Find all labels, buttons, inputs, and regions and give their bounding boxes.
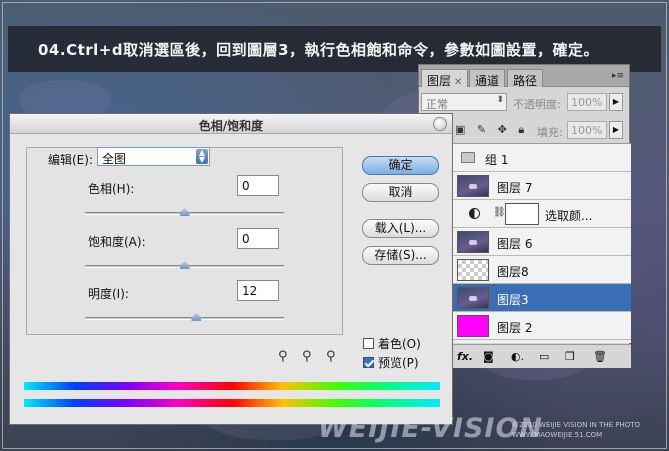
preview-checkbox-row[interactable]: 预览(P) [363,354,419,371]
input-color-bar [24,382,440,390]
layer-row-layer7[interactable]: 图层 7 [453,172,631,200]
layer-thumbnail [457,259,489,281]
hue-label: 色相(H): [88,182,135,196]
layer-row-layer3[interactable]: 图层3 [453,284,631,312]
opacity-field[interactable]: 100% [567,93,607,111]
trash-icon[interactable]: 🗑︎ [593,350,607,363]
hue-slider[interactable] [85,208,284,216]
opacity-arrow-icon[interactable]: ▶ [609,93,623,111]
eyedropper-icon[interactable]: ⚲ [278,349,292,365]
preview-checkbox[interactable] [363,357,374,368]
saturation-slider[interactable] [85,261,284,269]
layer-list: 组 1 图层 7 ⛓ 选取颜... 图层 6 图层8 图层3 图层 2 [453,143,631,343]
fill-field[interactable]: 100% [567,121,607,139]
layer-row-layer6[interactable]: 图层 6 [453,228,631,256]
watermark-copyright: ©2010 WEIJIE VISION IN THE PHOTO WWW.MAO… [512,421,641,439]
add-mask-icon[interactable]: ◙ [483,350,494,363]
lightness-input[interactable]: 12 [237,280,279,301]
tab-layers[interactable]: 图层 ✕ [421,69,469,88]
saturation-label: 饱和度(A): [88,235,146,249]
fx-icon[interactable]: fx. [457,350,473,363]
layer-thumbnail [457,175,489,197]
link-icon: ⛓ [493,207,506,218]
chevron-updown-icon: ▲ ▼ [196,149,208,164]
lock-icon[interactable]: 🔒︎ [518,123,524,136]
lock-brush-icon[interactable]: ✎ [477,123,486,136]
panel-menu-icon[interactable]: ▸≡ [611,70,625,82]
colorize-checkbox-row[interactable]: 着色(O) [363,335,421,352]
hue-saturation-dialog: 色相/饱和度 编辑(E): 全图 ▲ ▼ 色相(H): 0 饱和度(A): 0 明… [9,113,453,425]
layer-row-layer2[interactable]: 图层 2 [453,312,631,340]
dialog-titlebar[interactable]: 色相/饱和度 [10,114,452,134]
lightness-slider[interactable] [85,313,284,321]
layer-row-layer8[interactable]: 图层8 [453,256,631,284]
layer-thumbnail [457,231,489,253]
adjustment-icon[interactable]: ◐. [511,350,524,363]
eyedropper-plus-icon[interactable]: ⚲ [302,349,316,365]
edit-label: 编辑(E): [48,153,93,167]
blend-mode-select[interactable]: 正常 ⬍ [421,93,507,111]
close-icon[interactable]: ✕ [454,77,462,88]
new-group-icon[interactable]: ▭ [539,350,549,363]
new-layer-icon[interactable]: ❐ [565,350,575,363]
output-color-bar [24,399,440,407]
layer-row-group1[interactable]: 组 1 [453,144,631,172]
ok-button[interactable]: 确定 [362,156,439,175]
layer-thumbnail [457,315,489,337]
fill-label: 填充: [537,126,563,139]
lock-transparency-icon[interactable]: ▣ [455,123,465,136]
tab-channels[interactable]: 通道 [469,69,506,88]
layers-panel-footer: fx. ◙ ◐. ▭ ❐ 🗑︎ [453,344,631,368]
save-button[interactable]: 存储(S)... [362,246,439,265]
lock-row: ▣ ✎ ✥ 🔒︎ [455,123,532,137]
folder-icon [461,152,475,163]
watermark-logo: WEIJIE-VISION [318,413,544,444]
close-icon[interactable] [433,117,447,131]
layer-mask-thumbnail [505,203,539,225]
tab-paths[interactable]: 路径 [507,69,544,88]
chevron-down-icon: ⬍ [496,95,504,105]
eyedropper-minus-icon[interactable]: ⚲ [326,349,340,365]
saturation-input[interactable]: 0 [237,228,279,249]
layer-row-selective-color[interactable]: ⛓ 选取颜... [453,200,631,228]
lock-move-icon[interactable]: ✥ [498,123,507,136]
dialog-title: 色相/饱和度 [198,119,264,133]
adjustment-layer-icon [469,208,480,219]
hue-input[interactable]: 0 [237,175,279,196]
load-button[interactable]: 载入(L)... [362,219,439,238]
layer-thumbnail [457,287,489,309]
layers-panel-tabbar: 图层 ✕ 通道 路径 ▸≡ [419,65,629,88]
opacity-label: 不透明度: [513,98,561,111]
fill-arrow-icon[interactable]: ▶ [609,121,623,139]
adjustment-group [26,147,343,335]
colorize-checkbox[interactable] [363,338,374,349]
cancel-button[interactable]: 取消 [362,183,439,202]
edit-select[interactable]: 全图 ▲ ▼ [97,147,210,166]
lightness-label: 明度(I): [88,287,129,301]
